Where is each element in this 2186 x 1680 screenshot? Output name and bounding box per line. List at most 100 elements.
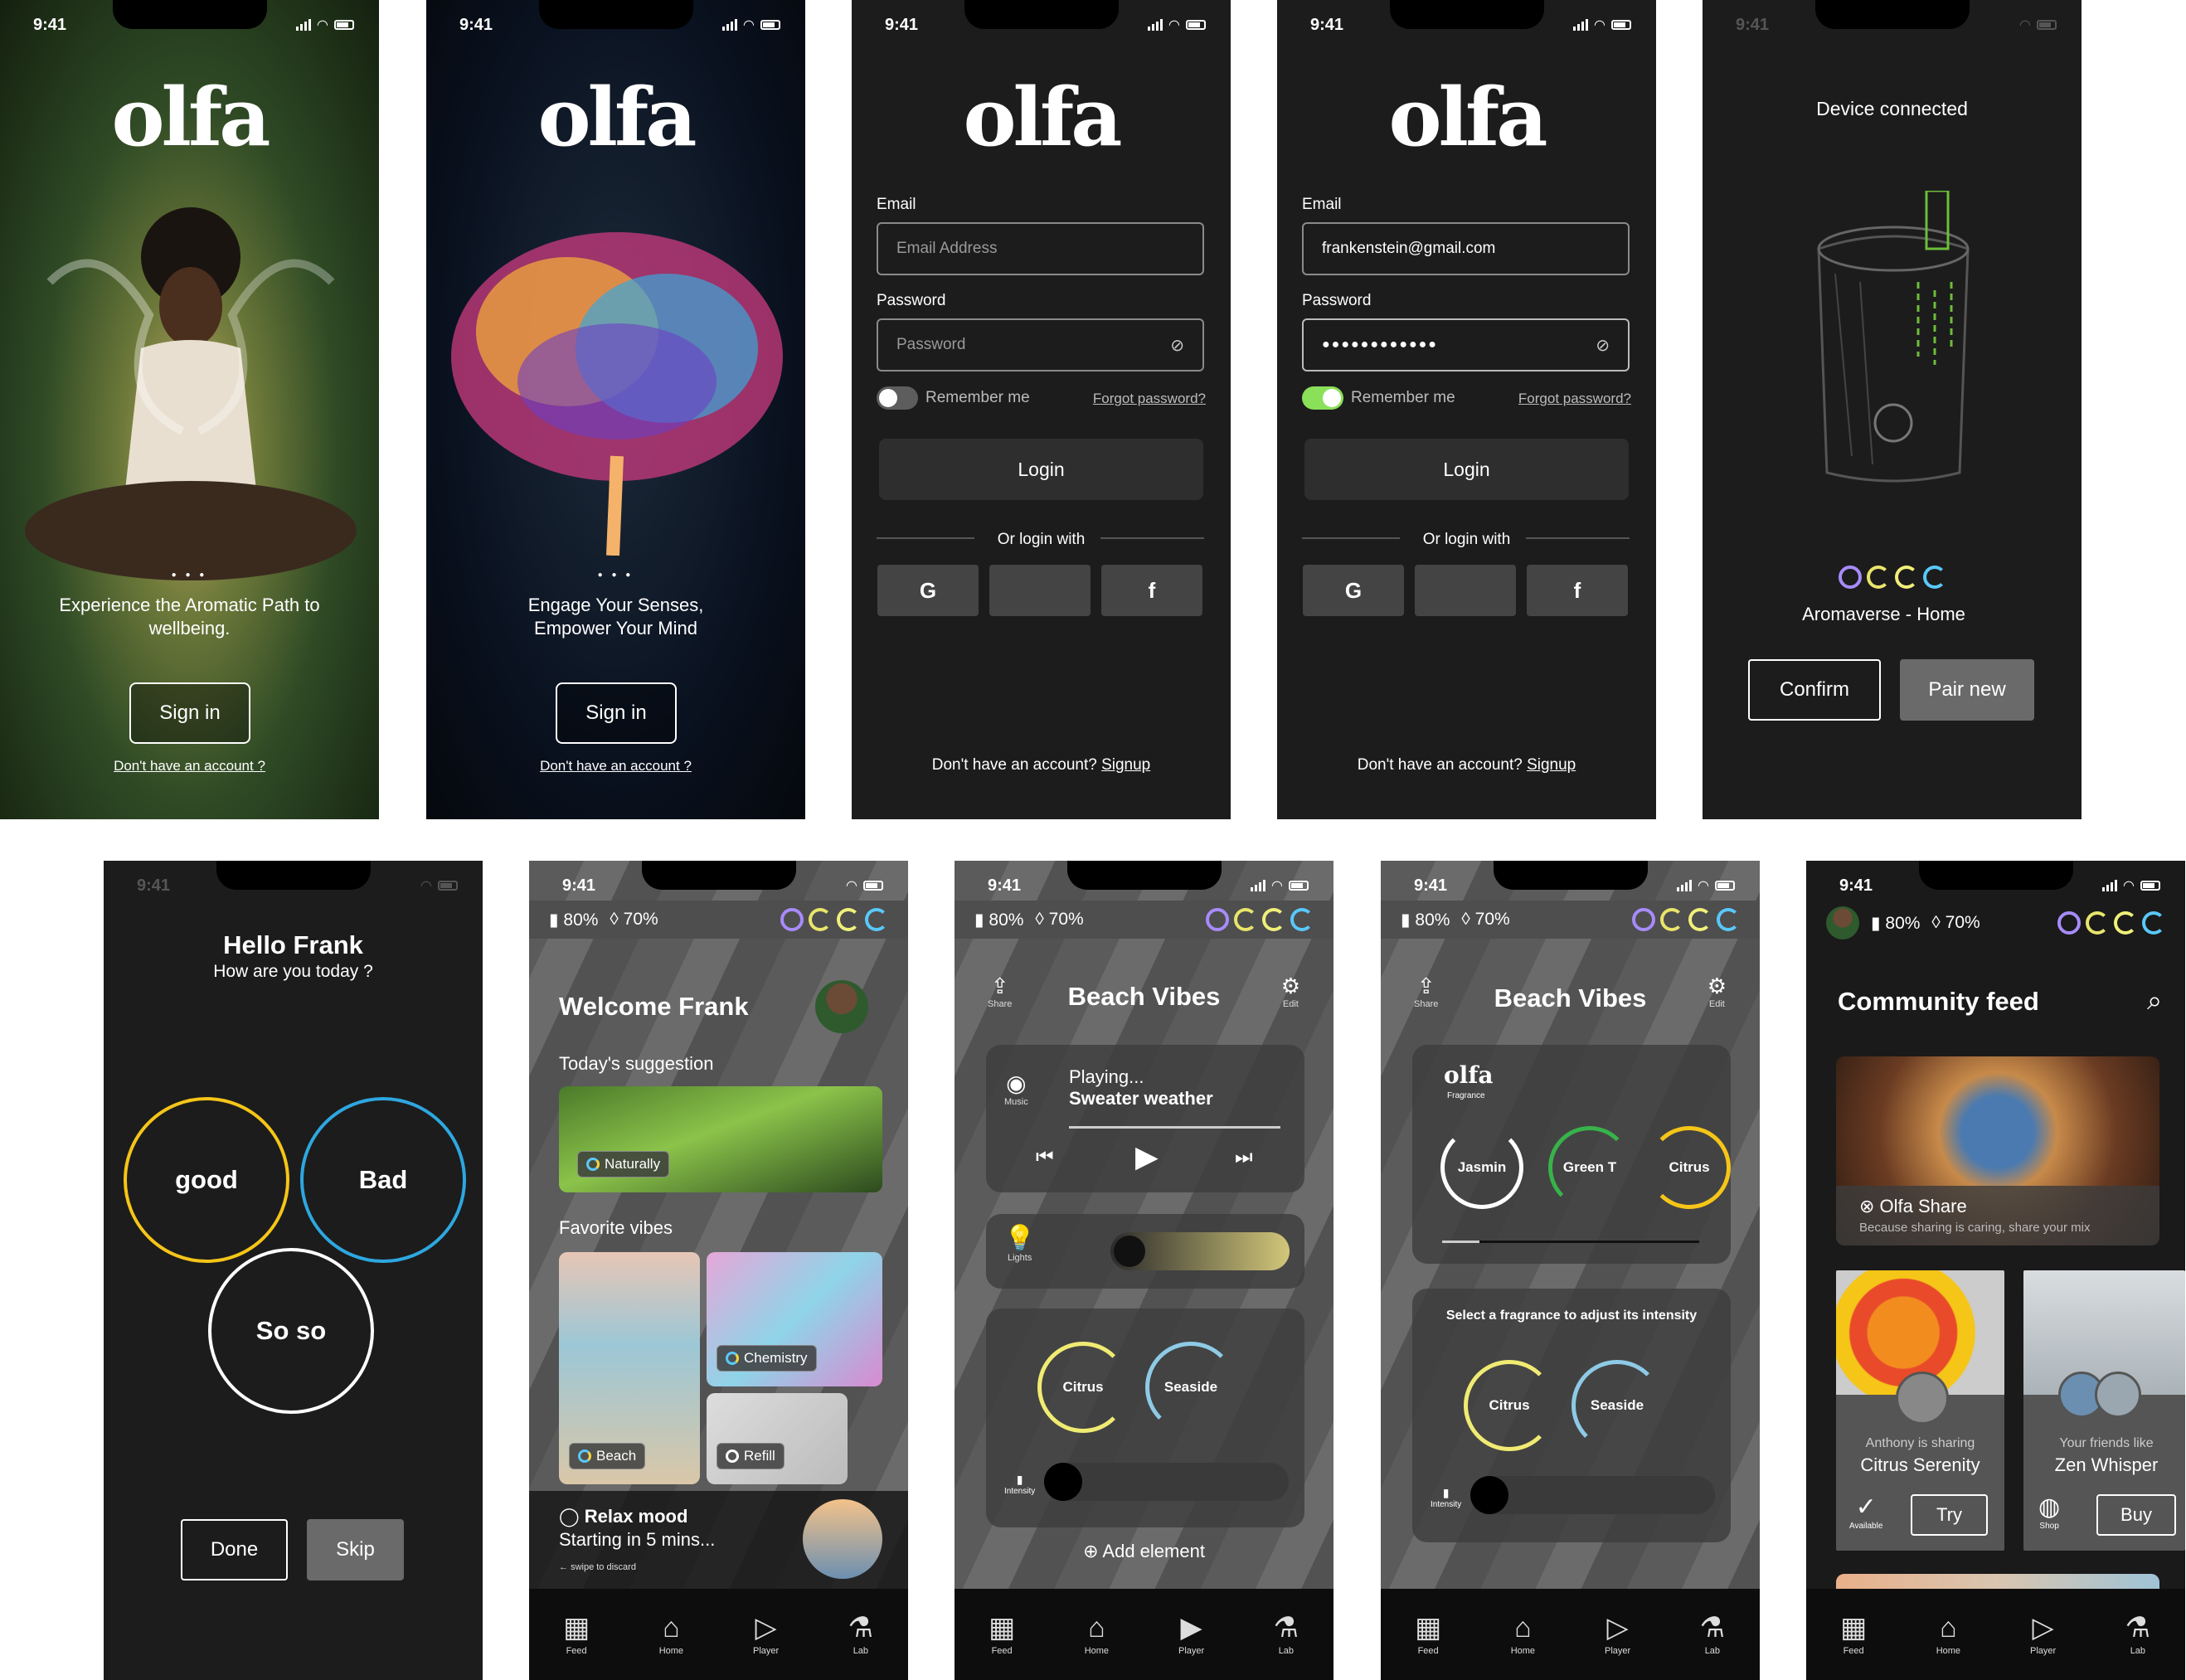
email-field[interactable]: Email Address [877,222,1204,275]
tab-feed[interactable]: ▦ Feed [1824,1613,1882,1656]
progress-bar[interactable] [1069,1126,1280,1129]
skip-button[interactable]: Skip [307,1519,404,1580]
tab-feed[interactable]: ▦ Feed [973,1613,1031,1656]
forgot-password-link[interactable]: Forgot password? [1093,391,1206,407]
battery-icon [1715,881,1735,891]
seaside-knob[interactable]: Seaside [1571,1360,1663,1451]
sign-in-button[interactable]: Sign in [129,682,250,744]
intensity-slider[interactable] [1470,1476,1715,1514]
login-button[interactable]: Login [879,439,1203,500]
citrus-serenity-card[interactable]: Anthony is sharing Citrus Serenity ✓ Avai… [1836,1270,2004,1551]
screen-login-empty: 9:41 ◠ olfa Email Email Address Password … [852,0,1231,819]
tab-player[interactable]: ▷ Player [1589,1613,1647,1656]
remember-toggle[interactable] [877,386,918,410]
tab-lab-label: Lab [2130,1646,2146,1656]
device-status-bar: ▮ 80% ◊ 70% [955,901,1333,939]
eye-off-icon[interactable]: ⊘ [1596,335,1610,356]
wifi-icon: ◠ [1271,879,1282,893]
play-icon[interactable]: ▶ [1135,1139,1159,1174]
battery-level: ▮ 80% [549,910,599,930]
ring-icon [2086,911,2109,935]
signup-link[interactable]: Signup [1101,756,1150,774]
vibe-card-refill[interactable]: Refill [707,1393,848,1484]
zen-whisper-card[interactable]: Your friends like Zen Whisper ◍ Shop Buy [2023,1270,2185,1551]
tab-home[interactable]: ⌂ Home [642,1613,700,1656]
forgot-password-link[interactable]: Forgot password? [1518,391,1631,407]
slider-handle[interactable] [1114,1236,1145,1267]
wifi-icon: ◠ [2019,18,2030,32]
screen-login-filled: 9:41 ◠ olfa Email frankenstein@gmail.com … [1277,0,1656,819]
remember-toggle[interactable] [1302,386,1343,410]
edit-button[interactable]: ⚙ Edit [1281,974,1300,1009]
previous-icon[interactable]: ⏮ [1036,1146,1054,1169]
tab-feed[interactable]: ▦ Feed [1399,1613,1457,1656]
ring-icon [1894,566,1918,589]
slider-handle[interactable] [1044,1463,1082,1501]
pair-new-button[interactable]: Pair new [1900,659,2034,721]
relax-mood-banner[interactable]: ◯ Relax mood Starting in 5 mins... ← swi… [529,1491,908,1589]
apple-login-button[interactable] [1415,565,1516,616]
intensity-slider[interactable] [1044,1463,1289,1501]
tab-player[interactable]: ▷ Player [737,1613,795,1656]
mood-bad-button[interactable]: Bad [300,1097,466,1263]
tab-lab[interactable]: ⚗ Lab [1683,1613,1742,1656]
olfa-share-card[interactable]: ⊗ Olfa Share Because sharing is caring, … [1836,1056,2159,1245]
slider-handle[interactable] [1470,1476,1508,1514]
buy-button[interactable]: Buy [2096,1494,2176,1536]
tab-home[interactable]: ⌂ Home [1494,1613,1552,1656]
citrus-knob[interactable]: Citrus [1648,1126,1731,1209]
vibe-card-chemistry[interactable]: Chemistry [707,1252,882,1386]
apple-login-button[interactable] [989,565,1091,616]
no-account-link[interactable]: Don't have an account ? [0,758,379,774]
play-icon: ▷ [1606,1612,1629,1644]
login-button[interactable]: Login [1304,439,1629,500]
lights-toggle[interactable]: 💡 Lights [1004,1224,1035,1263]
tab-home-label: Home [1084,1646,1110,1656]
signup-prompt-text: Don't have an account? [1357,756,1523,774]
mood-soso-button[interactable]: So so [208,1248,374,1414]
facebook-login-button[interactable]: f [1527,565,1628,616]
suggestion-card[interactable]: Naturally [559,1086,882,1192]
eye-off-icon[interactable]: ⊘ [1170,335,1184,356]
tab-feed[interactable]: ▦ Feed [547,1613,605,1656]
diffuser-sketch [1817,191,1970,483]
ring-icon [1206,908,1229,931]
or-login-label: Or login with [997,531,1086,548]
tab-player[interactable]: ▷ Player [2014,1613,2072,1656]
confirm-button[interactable]: Confirm [1748,659,1881,721]
add-element-button[interactable]: ⊕ Add element [955,1541,1333,1562]
tab-lab[interactable]: ⚗ Lab [2109,1613,2167,1656]
signal-icon [1147,19,1163,31]
tab-home[interactable]: ⌂ Home [1919,1613,1977,1656]
tab-lab[interactable]: ⚗ Lab [1257,1613,1315,1656]
google-login-button[interactable]: G [877,565,979,616]
no-account-link[interactable]: Don't have an account ? [426,758,805,774]
google-login-button[interactable]: G [1303,565,1404,616]
password-field[interactable]: ●●●●●●●●●●●● ⊘ [1302,318,1630,371]
mood-good-button[interactable]: good [124,1097,289,1263]
lights-slider[interactable] [1110,1232,1290,1270]
password-field[interactable]: Password ⊘ [877,318,1204,371]
green-tea-knob[interactable]: Green T [1548,1126,1631,1209]
facebook-login-button[interactable]: f [1101,565,1202,616]
vibe-card-beach[interactable]: Beach [559,1252,700,1484]
next-icon[interactable]: ⏭ [1235,1146,1253,1169]
tab-player[interactable]: ▶ Player [1163,1613,1221,1656]
tab-home[interactable]: ⌂ Home [1067,1613,1125,1656]
search-icon[interactable]: ⌕ [2147,985,2162,1017]
tab-lab[interactable]: ⚗ Lab [832,1613,890,1656]
done-button[interactable]: Done [181,1519,288,1580]
screen-mood-check: 9:41 ◠ Hello Frank How are you today ? go… [104,861,483,1680]
email-field[interactable]: frankenstein@gmail.com [1302,222,1630,275]
citrus-knob[interactable]: Citrus [1464,1360,1555,1451]
edit-button[interactable]: ⚙ Edit [1708,974,1727,1009]
avatar[interactable] [1826,906,1859,940]
signup-link[interactable]: Signup [1527,756,1576,774]
jasmin-knob[interactable]: Jasmin [1440,1126,1523,1209]
sign-in-button[interactable]: Sign in [556,682,677,744]
avatar[interactable] [815,980,868,1033]
seaside-knob[interactable]: Seaside [1145,1342,1236,1433]
citrus-knob[interactable]: Citrus [1037,1342,1129,1433]
app-logo: olfa [111,70,271,164]
try-button[interactable]: Try [1911,1494,1988,1536]
